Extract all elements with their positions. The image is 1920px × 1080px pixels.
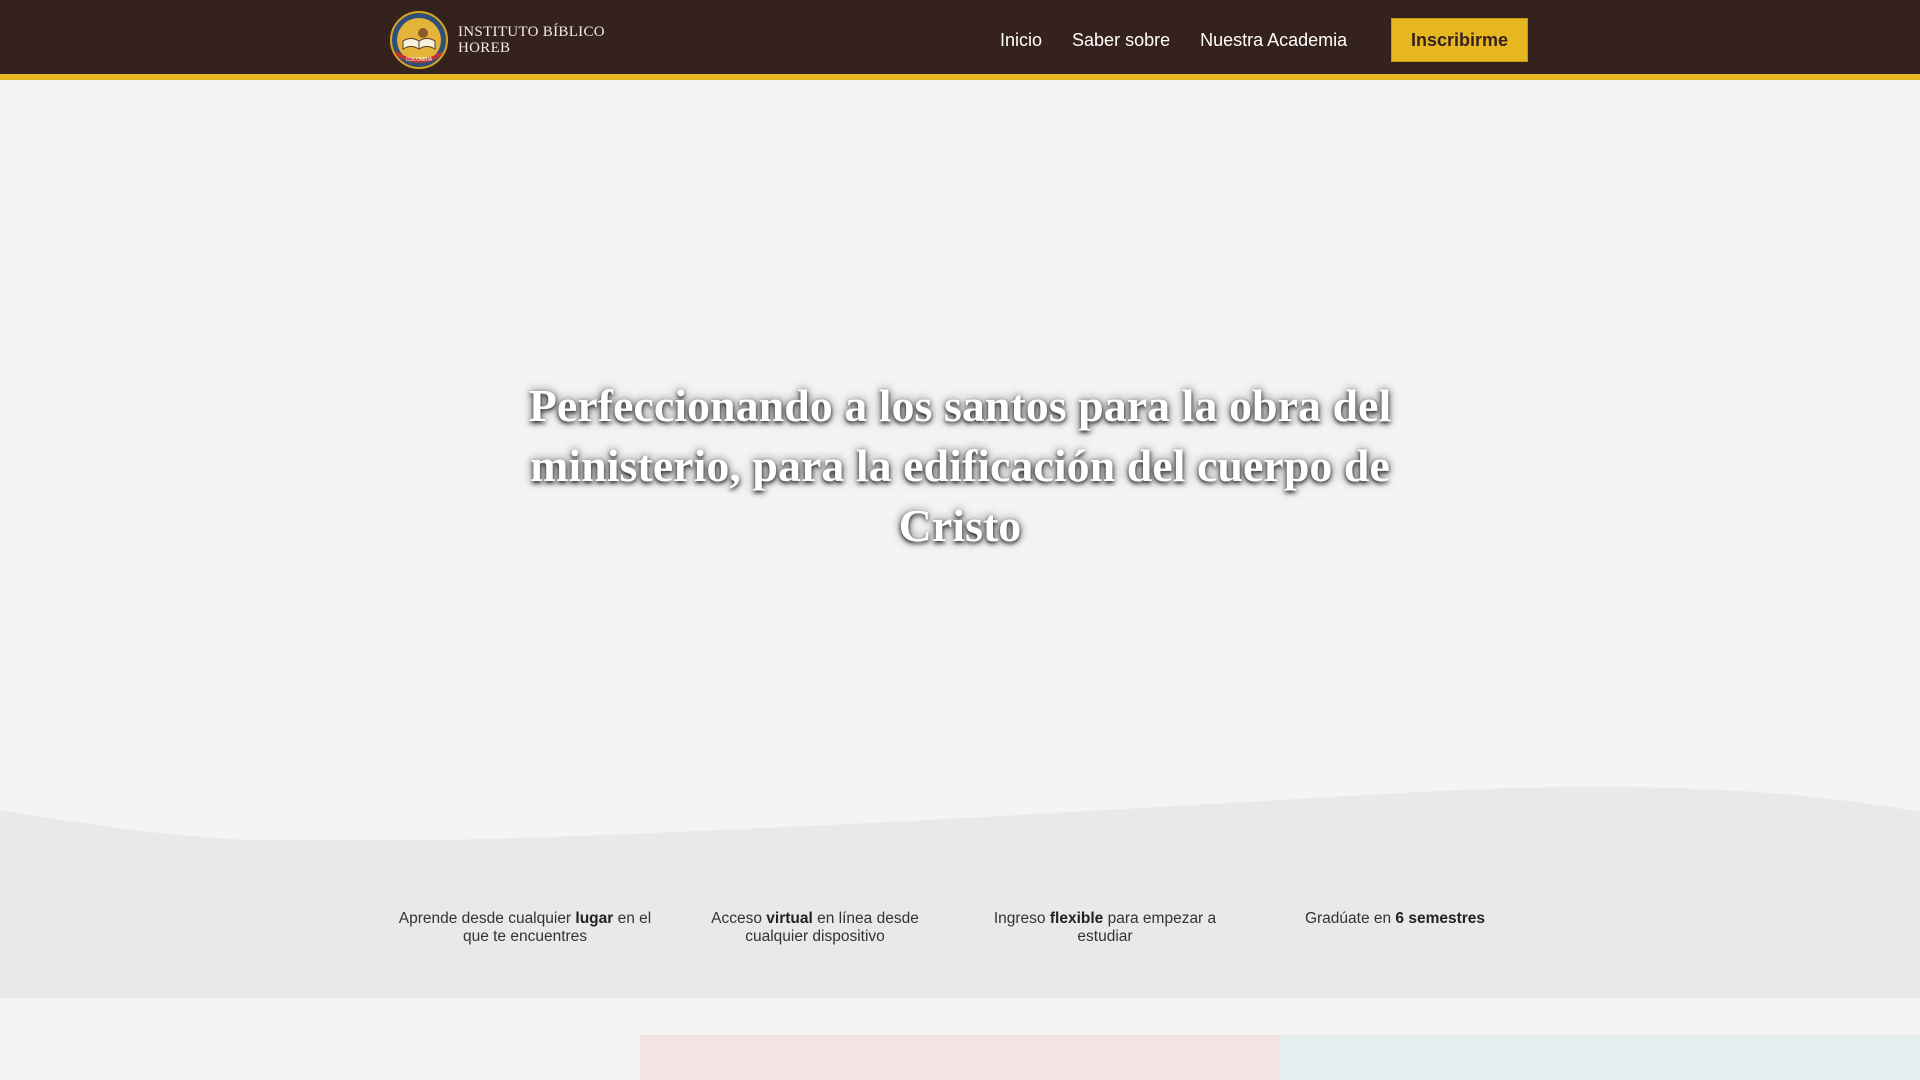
feature-semestres: Gradúate en 6 semestres [1260,910,1530,928]
site-logo[interactable]: COLOMBIA INSTITUTO BÍBLICO HOREB [390,10,618,70]
feature-lugar-pre: Aprende desde cualquier [398,910,576,927]
card-placeholder-3 [1280,1035,1920,1080]
nav-link-saber-sobre[interactable]: Saber sobre [1072,30,1170,51]
feature-flexible-pre: Ingreso [993,910,1050,927]
hero-section: Perfeccionando a los santos para la obra… [0,86,1920,776]
feature-lugar: Aprende desde cualquier lugar en el que … [390,910,660,946]
main-nav: Inicio Saber sobre Nuestra Academia Insc… [1000,0,1528,80]
nav-link-nuestra-academia[interactable]: Nuestra Academia [1200,30,1347,51]
seal-text: COLOMBIA [406,57,433,63]
hero-title: Perfeccionando a los santos para la obra… [528,380,1392,551]
features-section: Aprende desde cualquier lugar en el que … [0,840,1920,998]
feature-virtual-bold: virtual [766,910,813,927]
feature-flexible: Ingreso flexible para empezar a estudiar [970,910,1240,946]
feature-virtual-pre: Acceso [711,910,767,927]
feature-lugar-bold: lugar [575,910,614,927]
logo-text: INSTITUTO BÍBLICO HOREB [458,24,618,56]
enroll-button[interactable]: Inscribirme [1391,18,1528,62]
logo-line-1: INSTITUTO BÍBLICO [458,24,605,40]
site-header: COLOMBIA INSTITUTO BÍBLICO HOREB Inicio … [0,0,1920,80]
wave-divider [0,786,1920,850]
feature-semestres-pre: Gradúate en [1304,910,1396,927]
card-placeholder-1 [0,1035,640,1080]
feature-flexible-bold: flexible [1049,910,1104,927]
feature-semestres-bold: 6 semestres [1395,910,1486,927]
seal-icon: COLOMBIA [390,11,448,69]
logo-line-2: HOREB [458,40,511,56]
feature-virtual: Acceso virtual en línea desde cualquier … [680,910,950,946]
card-placeholder-2 [640,1035,1280,1080]
nav-link-inicio[interactable]: Inicio [1000,30,1042,51]
